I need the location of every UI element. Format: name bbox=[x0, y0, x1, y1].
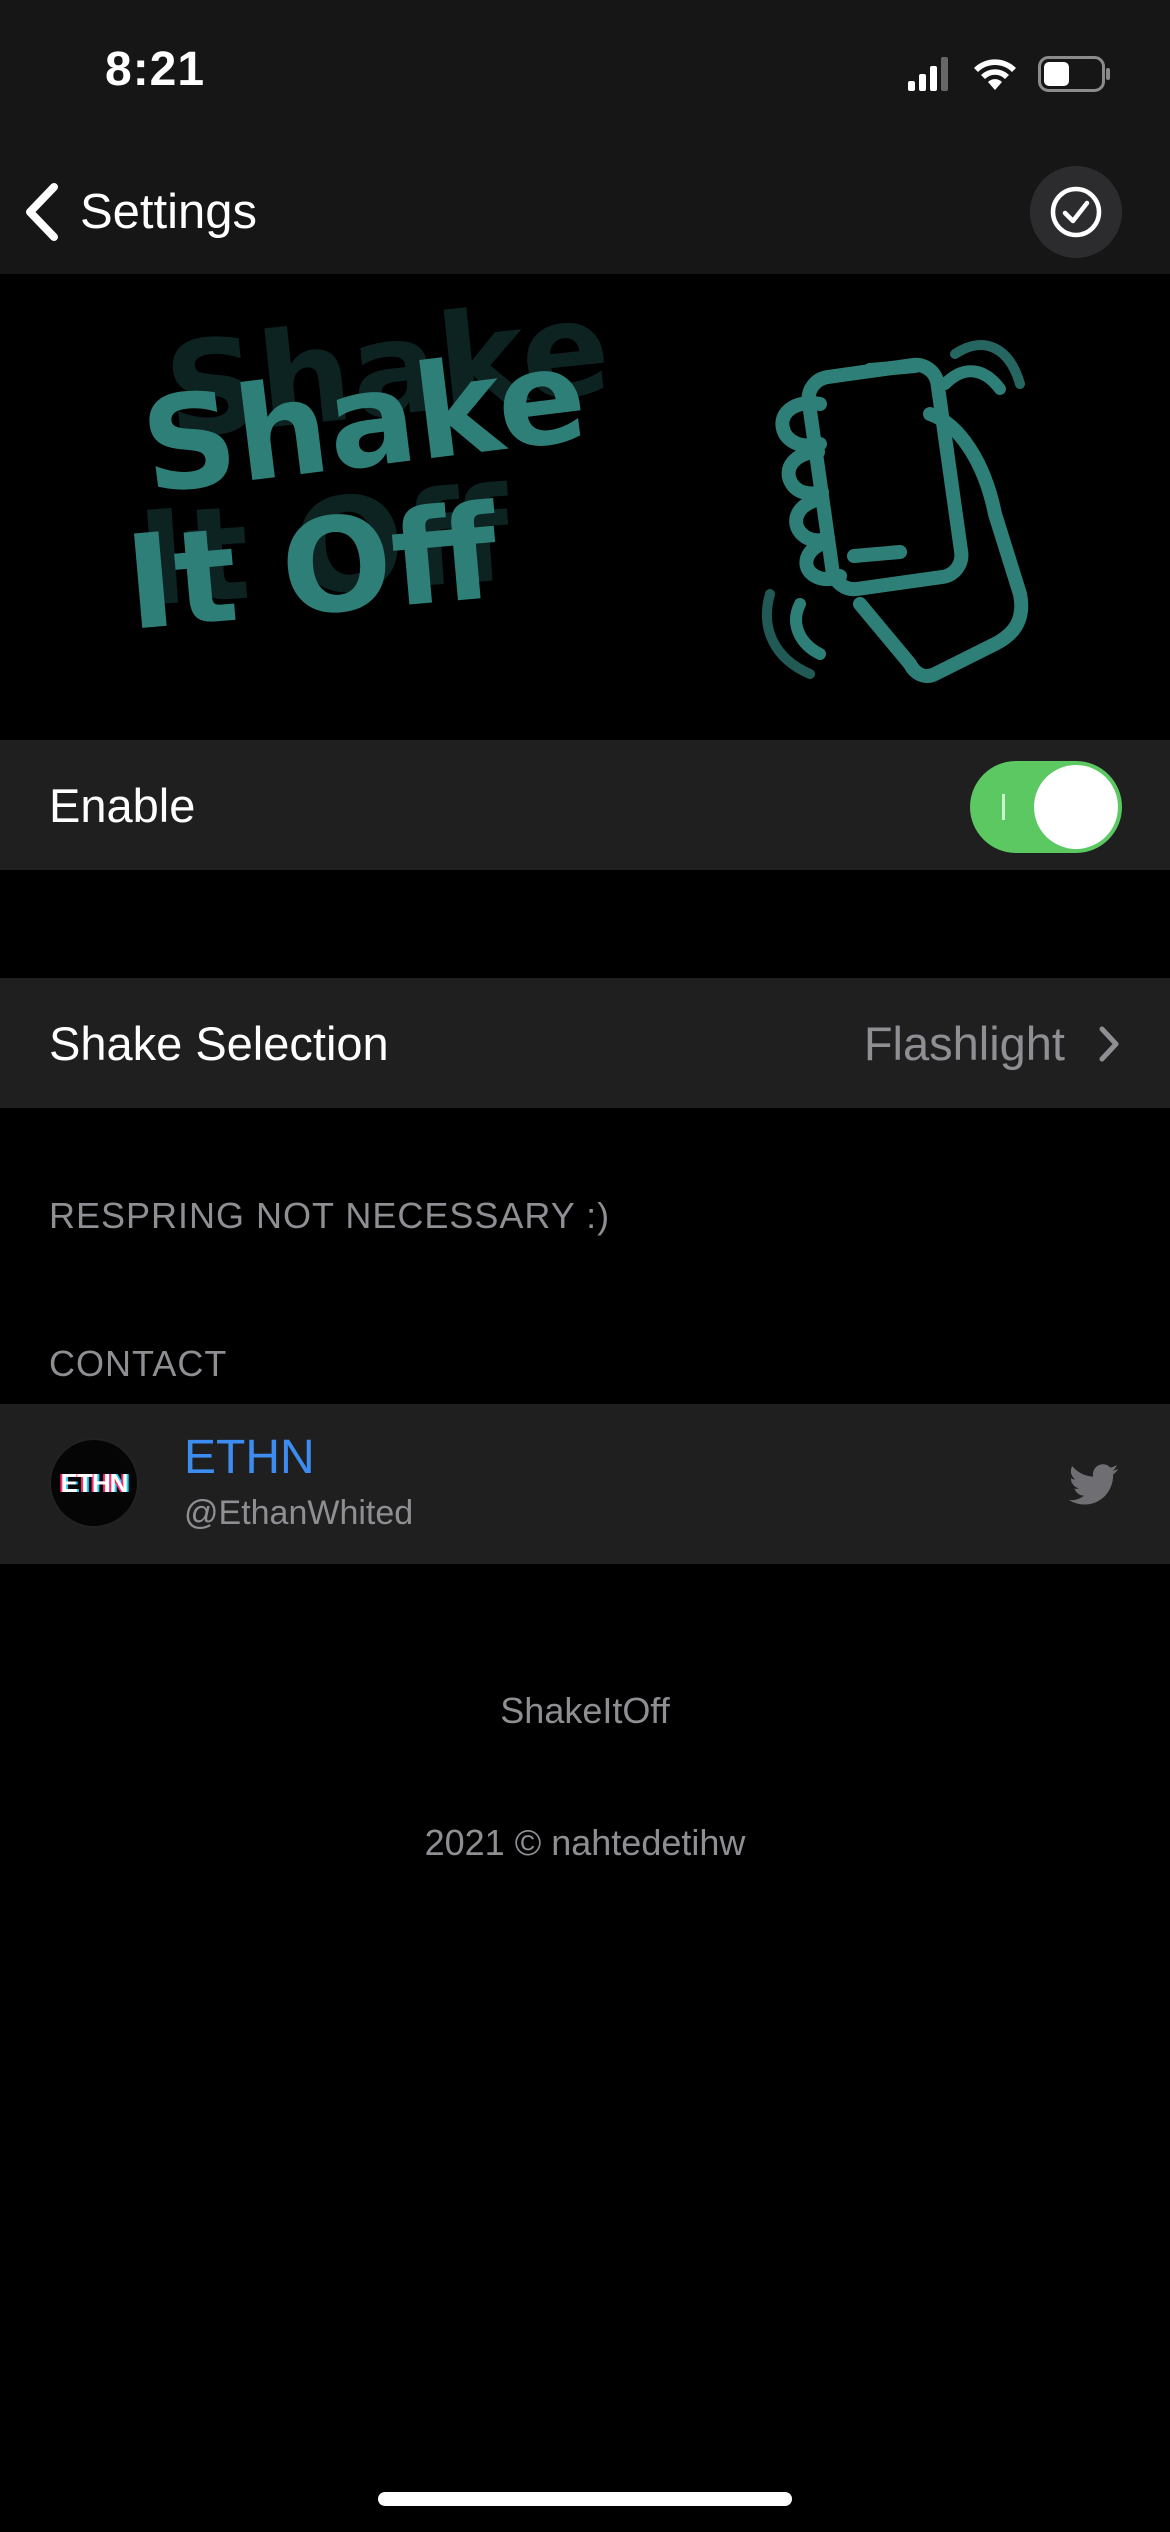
shake-selection-value: Flashlight bbox=[863, 1016, 1065, 1070]
wifi-icon bbox=[974, 59, 1016, 90]
checkmark-circle-icon bbox=[1050, 186, 1102, 238]
chevron-left-icon bbox=[26, 183, 58, 241]
copyright-footer: 2021 © nahtedetihw bbox=[424, 1822, 746, 1863]
toggle-on-mark bbox=[1002, 794, 1005, 820]
avatar: ETHN bbox=[49, 1438, 139, 1528]
contact-handle: @EthanWhited bbox=[184, 1494, 414, 1532]
respring-note: RESPRING NOT NECESSARY :) bbox=[49, 1195, 611, 1236]
battery-icon bbox=[1038, 56, 1110, 92]
avatar-logo-text: ETHN bbox=[60, 1467, 129, 1498]
header-banner: Shake It Off Shake It Off bbox=[0, 271, 1170, 740]
shake-selection-cell[interactable]: Shake Selection Flashlight bbox=[0, 978, 1170, 1108]
status-bar: 8:21 bbox=[0, 0, 1170, 150]
twitter-icon bbox=[1068, 1464, 1119, 1505]
navigation-bar: Settings bbox=[0, 150, 1170, 274]
status-icons bbox=[908, 52, 1112, 96]
chevron-right-icon bbox=[1099, 1026, 1119, 1062]
svg-text:It Off: It Off bbox=[120, 476, 505, 660]
shake-it-off-logo: Shake It Off Shake It Off bbox=[120, 271, 1029, 683]
cellular-signal-icon bbox=[908, 57, 948, 91]
contact-cell-twitter[interactable]: ETHN ETHN @EthanWhited bbox=[0, 1404, 1170, 1564]
phone-in-hand-icon bbox=[761, 340, 1029, 683]
enable-toggle[interactable] bbox=[970, 761, 1122, 853]
contact-name: ETHN bbox=[184, 1431, 315, 1484]
home-indicator[interactable] bbox=[378, 2492, 792, 2506]
app-name-footer: ShakeItOff bbox=[500, 1690, 670, 1731]
toggle-knob bbox=[1034, 765, 1118, 849]
enable-label: Enable bbox=[49, 778, 196, 832]
back-button[interactable]: Settings bbox=[22, 172, 257, 252]
back-label: Settings bbox=[80, 185, 258, 239]
contact-section-header: CONTACT bbox=[49, 1343, 228, 1384]
enable-cell: Enable bbox=[0, 740, 1170, 870]
done-button[interactable] bbox=[1030, 166, 1122, 258]
status-time: 8:21 bbox=[105, 43, 206, 96]
shake-selection-label: Shake Selection bbox=[49, 1016, 389, 1070]
